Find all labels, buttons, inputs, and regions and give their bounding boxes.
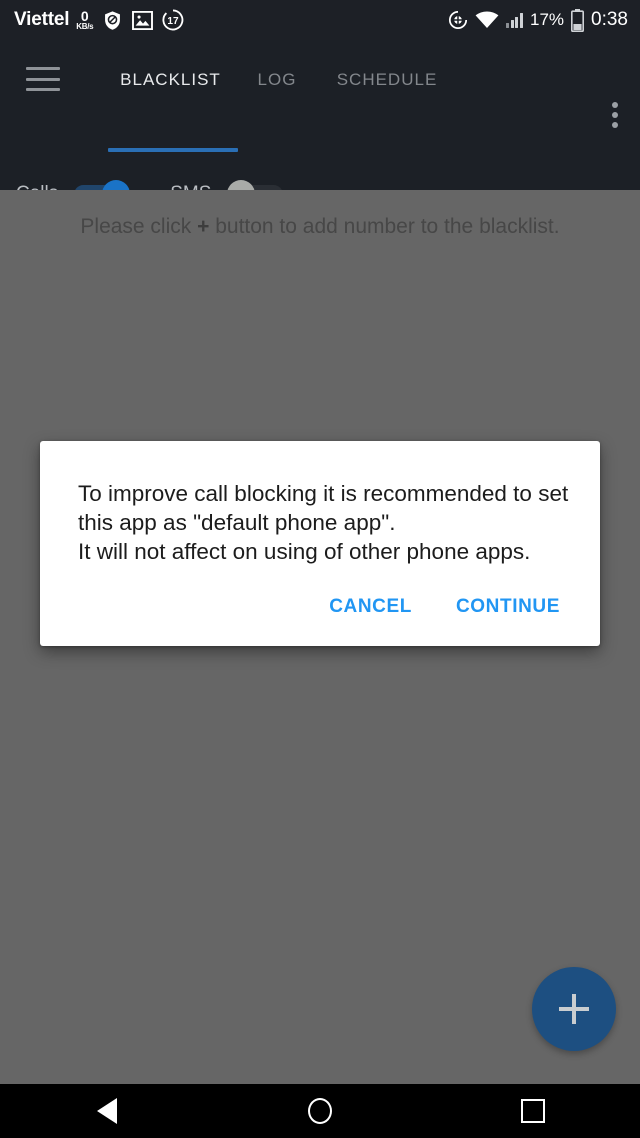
phone-screen: Viettel 0 KB/s 17 17% 0:38 BLACKLIST LOG… bbox=[0, 0, 640, 1138]
location-icon bbox=[448, 10, 468, 30]
recents-square-icon bbox=[521, 1099, 546, 1123]
dialog-action-row: CANCEL CONTINUE bbox=[40, 566, 600, 646]
hamburger-menu-icon[interactable] bbox=[26, 67, 60, 91]
battery-icon bbox=[571, 8, 585, 32]
empty-state-text-before: Please click bbox=[80, 215, 198, 238]
carrier-name: Viettel bbox=[14, 9, 70, 30]
app-bar: BLACKLIST LOG SCHEDULE Calls SMS bbox=[0, 40, 640, 208]
continue-button[interactable]: CONTINUE bbox=[442, 588, 574, 626]
cellular-signal-icon bbox=[506, 12, 523, 28]
nav-recents-button[interactable] bbox=[473, 1084, 593, 1138]
tab-blacklist[interactable]: BLACKLIST bbox=[104, 70, 237, 90]
empty-state-text-after: button to add number to the blacklist. bbox=[209, 215, 560, 238]
empty-state-message: Please click + button to add number to t… bbox=[0, 215, 640, 239]
back-triangle-icon bbox=[96, 1098, 117, 1124]
dialog-message: To improve call blocking it is recommend… bbox=[78, 481, 569, 564]
default-phone-app-dialog: To improve call blocking it is recommend… bbox=[40, 441, 600, 646]
status-bar: Viettel 0 KB/s 17 17% 0:38 bbox=[0, 0, 640, 40]
active-tab-indicator bbox=[108, 148, 238, 152]
empty-state-plus-symbol: + bbox=[197, 215, 210, 238]
image-icon bbox=[132, 10, 154, 30]
tab-log[interactable]: LOG bbox=[237, 70, 317, 90]
app-bar-top-row: BLACKLIST LOG SCHEDULE bbox=[0, 40, 640, 152]
system-navigation-bar bbox=[0, 1084, 640, 1138]
nav-home-button[interactable] bbox=[260, 1084, 380, 1138]
add-number-fab[interactable] bbox=[532, 967, 616, 1051]
tab-bar: BLACKLIST LOG SCHEDULE bbox=[104, 40, 457, 120]
overflow-menu-icon[interactable] bbox=[612, 102, 618, 128]
block-shield-icon bbox=[102, 10, 123, 31]
data-rate-value: 0 bbox=[80, 8, 89, 24]
notification-count-icon: 17 bbox=[162, 9, 184, 31]
status-bar-clock: 0:38 bbox=[591, 9, 628, 30]
cancel-button[interactable]: CANCEL bbox=[315, 588, 426, 626]
status-bar-right: 17% 0:38 bbox=[448, 8, 628, 32]
battery-percent: 17% bbox=[529, 10, 565, 29]
tab-schedule[interactable]: SCHEDULE bbox=[317, 70, 457, 90]
wifi-icon bbox=[475, 11, 499, 29]
data-rate-indicator: 0 KB/s bbox=[76, 9, 93, 31]
status-bar-left: Viettel 0 KB/s 17 bbox=[14, 9, 448, 31]
notification-count-text: 17 bbox=[168, 16, 180, 27]
data-rate-unit: KB/s bbox=[76, 22, 94, 31]
nav-back-button[interactable] bbox=[47, 1084, 167, 1138]
home-circle-icon bbox=[307, 1098, 332, 1124]
plus-icon bbox=[559, 994, 589, 1024]
